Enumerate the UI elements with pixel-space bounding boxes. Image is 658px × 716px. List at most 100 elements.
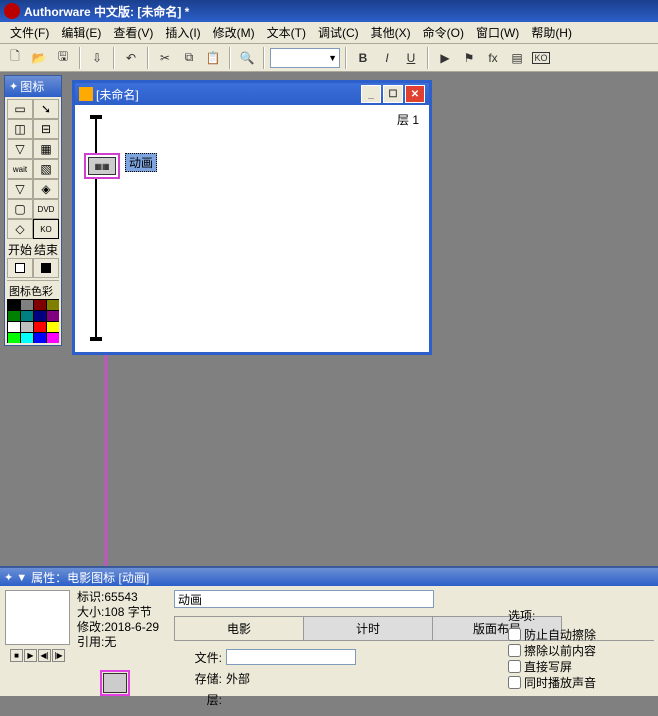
color-swatch-5[interactable] <box>20 310 33 321</box>
close-button[interactable]: ✕ <box>405 85 425 103</box>
options-label: 选项: <box>508 607 648 624</box>
interaction-icon[interactable]: ▧ <box>33 159 59 179</box>
menu-file[interactable]: 文件(F) <box>4 22 55 43</box>
color-swatch-1[interactable] <box>20 299 33 310</box>
toolbar-sep6 <box>345 47 347 69</box>
file-label: 文件: <box>176 649 226 666</box>
toolbar-sep4 <box>229 47 231 69</box>
framework-icon[interactable]: ▦ <box>33 139 59 159</box>
color-swatch-8[interactable] <box>7 321 20 332</box>
tab-movie[interactable]: 电影 <box>174 616 304 640</box>
color-swatch-3[interactable] <box>46 299 59 310</box>
copy-icon[interactable]: ⧉ <box>178 47 200 69</box>
window-icon <box>79 87 93 101</box>
menu-edit[interactable]: 编辑(E) <box>55 22 107 43</box>
color-swatch-7[interactable] <box>46 310 59 321</box>
chevron-down-icon: ▼ <box>328 53 337 63</box>
menubar: 文件(F) 编辑(E) 查看(V) 插入(I) 修改(M) 文本(T) 调试(C… <box>0 22 658 44</box>
window-title: [未命名] <box>96 86 139 103</box>
menu-modify[interactable]: 修改(M) <box>207 22 261 43</box>
color-swatch-13[interactable] <box>20 332 33 343</box>
find-icon[interactable]: 🔍 <box>236 47 258 69</box>
app-icon <box>4 3 20 19</box>
functions-icon[interactable]: fx <box>482 47 504 69</box>
import-icon[interactable]: ⇩ <box>86 47 108 69</box>
menu-debug[interactable]: 调试(C) <box>312 22 365 43</box>
tab-timing[interactable]: 计时 <box>303 616 433 640</box>
minimize-button[interactable]: _ <box>361 85 381 103</box>
play-icon[interactable]: ▶ <box>434 47 456 69</box>
digital-movie-icon[interactable]: ▢ <box>7 199 33 219</box>
flowline-end-handle[interactable] <box>90 337 102 341</box>
flowline-window-titlebar[interactable]: [未命名] _ ☐ ✕ <box>75 83 429 105</box>
color-swatch-2[interactable] <box>33 299 46 310</box>
variables-icon[interactable]: ▤ <box>506 47 528 69</box>
display-icon[interactable]: ▭ <box>7 99 33 119</box>
layer-field-label: 层: <box>176 691 226 708</box>
step-back-button[interactable]: ◀| <box>38 649 51 662</box>
ko-icon[interactable]: KO <box>530 47 552 69</box>
opt-direct-screen[interactable] <box>508 660 521 673</box>
app-titlebar: Authorware 中文版: [未命名] * <box>0 0 658 22</box>
end-flag[interactable] <box>33 258 59 278</box>
movie-icon-label[interactable]: 动画 <box>125 153 157 172</box>
erase-icon[interactable]: ◫ <box>7 119 33 139</box>
movie-icon-node[interactable]: ▦▦ <box>84 153 120 179</box>
icon-color-label: 图标色彩 <box>7 283 59 299</box>
menu-other[interactable]: 其他(X) <box>365 22 417 43</box>
tool-palette: ✦ 图标 ▭➘ ◫⊟ ▽▦ wait▧ ▽◈ ▢DVD ◇KO 开始结束 图标色… <box>4 75 62 346</box>
menu-command[interactable]: 命令(O) <box>417 22 470 43</box>
color-swatch-4[interactable] <box>7 310 20 321</box>
preview-box <box>5 590 70 645</box>
color-swatch-15[interactable] <box>46 332 59 343</box>
menu-text[interactable]: 文本(T) <box>261 22 312 43</box>
menu-insert[interactable]: 插入(I) <box>159 22 206 43</box>
start-flag[interactable] <box>7 258 33 278</box>
open-file-icon[interactable]: 📂 <box>28 47 50 69</box>
undo-icon[interactable]: ↶ <box>120 47 142 69</box>
control-panel-icon[interactable]: ⚑ <box>458 47 480 69</box>
calculation-icon[interactable]: ▽ <box>7 179 33 199</box>
play-button[interactable]: ▶ <box>24 649 37 662</box>
toolbar: 🗋 📂 🖫 ⇩ ↶ ✂ ⧉ 📋 🔍 ▼ B I U ▶ ⚑ fx ▤ KO <box>0 44 658 72</box>
stop-button[interactable]: ■ <box>10 649 23 662</box>
paste-icon[interactable]: 📋 <box>202 47 224 69</box>
wait-icon[interactable]: ⊟ <box>33 119 59 139</box>
menu-help[interactable]: 帮助(H) <box>525 22 578 43</box>
opt-play-sound[interactable] <box>508 676 521 689</box>
save-all-icon[interactable]: 🖫 <box>52 47 74 69</box>
toolbar-sep1 <box>79 47 81 69</box>
property-icon-thumbnail[interactable] <box>100 670 130 696</box>
bold-button[interactable]: B <box>352 47 374 69</box>
map-icon[interactable]: ◈ <box>33 179 59 199</box>
opt-erase-previous[interactable] <box>508 644 521 657</box>
color-swatch-12[interactable] <box>7 332 20 343</box>
step-fwd-button[interactable]: |▶ <box>52 649 65 662</box>
new-file-icon[interactable]: 🗋 <box>4 47 26 69</box>
video-icon[interactable]: ◇ <box>7 219 33 239</box>
color-swatch-14[interactable] <box>33 332 46 343</box>
navigate-icon[interactable]: ▽ <box>7 139 33 159</box>
menu-window[interactable]: 窗口(W) <box>470 22 525 43</box>
end-flag-label: 结束 <box>33 241 59 258</box>
color-swatch-9[interactable] <box>20 321 33 332</box>
property-panel: ✦ ▼ 属性：电影图标 [动画] ■ ▶ ◀| |▶ 标识:65543 大小:1… <box>0 566 658 696</box>
color-swatch-11[interactable] <box>46 321 59 332</box>
underline-button[interactable]: U <box>400 47 422 69</box>
cut-icon[interactable]: ✂ <box>154 47 176 69</box>
icon-name-input[interactable] <box>174 590 434 608</box>
sound-icon[interactable]: DVD <box>33 199 59 219</box>
file-input[interactable] <box>226 649 356 665</box>
motion-icon[interactable]: ➘ <box>33 99 59 119</box>
ko-tool-icon[interactable]: KO <box>33 219 59 239</box>
maximize-button[interactable]: ☐ <box>383 85 403 103</box>
style-combo[interactable]: ▼ <box>270 48 340 68</box>
color-swatch-0[interactable] <box>7 299 20 310</box>
flowline-window: [未命名] _ ☐ ✕ 层 1 ▦▦ 动画 <box>72 80 432 355</box>
color-swatch-6[interactable] <box>33 310 46 321</box>
menu-view[interactable]: 查看(V) <box>107 22 159 43</box>
decision-icon[interactable]: wait <box>7 159 33 179</box>
color-swatch-10[interactable] <box>33 321 46 332</box>
opt-prevent-erase[interactable] <box>508 628 521 641</box>
italic-button[interactable]: I <box>376 47 398 69</box>
